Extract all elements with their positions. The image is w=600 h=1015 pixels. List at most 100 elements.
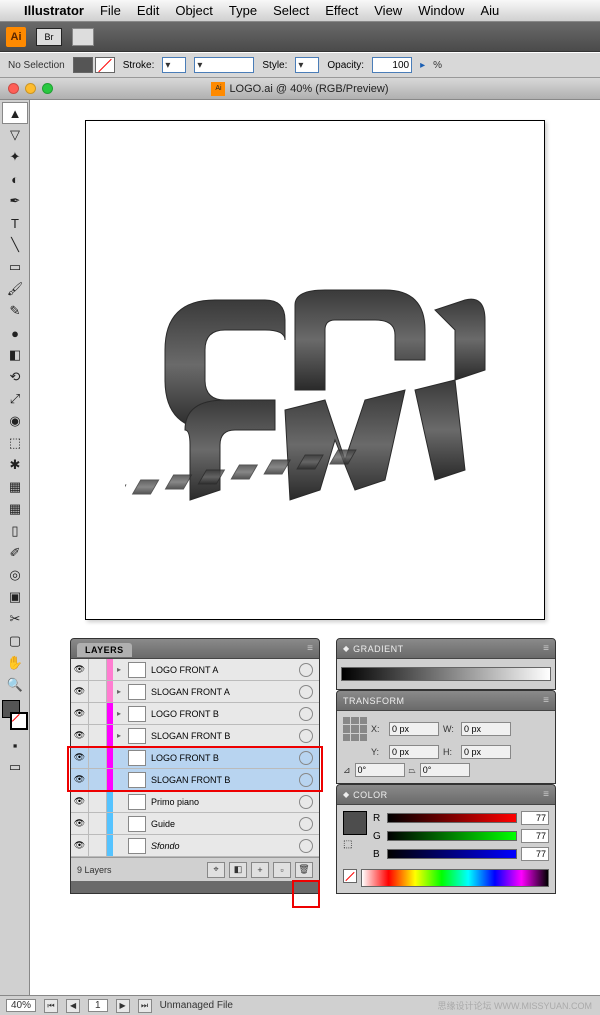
g-slider[interactable] — [387, 831, 517, 841]
type-tool[interactable]: T — [2, 212, 28, 234]
target-icon[interactable] — [299, 795, 313, 809]
layer-name-label[interactable]: SLOGAN FRONT A — [149, 687, 299, 697]
target-icon[interactable] — [299, 839, 313, 853]
cube-icon[interactable]: ⬚ — [343, 839, 367, 850]
expand-icon[interactable] — [113, 791, 125, 812]
pen-tool[interactable]: ✒ — [2, 190, 28, 212]
artboard-tool[interactable]: ▢ — [2, 630, 28, 652]
fill-stroke-indicator[interactable] — [2, 700, 28, 730]
layer-name-label[interactable]: LOGO FRONT A — [149, 665, 299, 675]
layer-name-label[interactable]: SLOGAN FRONT B — [149, 775, 299, 785]
y-input[interactable] — [389, 745, 439, 759]
color-mode-icon[interactable]: ▪ — [2, 734, 28, 756]
layer-row[interactable]: 👁 Primo piano — [71, 791, 319, 813]
layer-row[interactable]: 👁 ▸ LOGO FRONT A — [71, 659, 319, 681]
lasso-tool[interactable]: ◐ — [2, 168, 28, 190]
first-artboard-icon[interactable]: ⏮ — [44, 999, 58, 1013]
prev-artboard-icon[interactable]: ◀ — [66, 999, 80, 1013]
b-slider[interactable] — [387, 849, 517, 859]
lock-icon[interactable] — [89, 813, 107, 834]
menu-file[interactable]: File — [100, 3, 121, 18]
minimize-window-icon[interactable] — [25, 83, 36, 94]
lock-icon[interactable] — [89, 769, 107, 790]
target-icon[interactable] — [299, 729, 313, 743]
fill-stroke-swatches[interactable] — [73, 57, 115, 73]
mesh-tool[interactable]: ▦ — [2, 498, 28, 520]
menu-app[interactable]: Illustrator — [24, 3, 84, 18]
layers-tab[interactable]: LAYERS — [77, 643, 132, 657]
visibility-icon[interactable]: 👁 — [71, 659, 89, 680]
lock-icon[interactable] — [89, 681, 107, 702]
rectangle-tool[interactable]: ▭ — [2, 256, 28, 278]
layer-row[interactable]: 👁▸SLOGAN FRONT A — [71, 681, 319, 703]
bridge-icon[interactable]: Br — [36, 28, 62, 46]
menu-window[interactable]: Window — [418, 3, 464, 18]
menu-type[interactable]: Type — [229, 3, 257, 18]
layer-row[interactable]: 👁 SLOGAN FRONT B — [71, 769, 319, 791]
visibility-icon[interactable]: 👁 — [71, 703, 89, 724]
target-icon[interactable] — [299, 773, 313, 787]
visibility-icon[interactable]: 👁 — [71, 769, 89, 790]
gradient-header[interactable]: ◆ GRADIENT ≡ — [337, 639, 555, 659]
layer-row[interactable]: 👁LOGO FRONT B — [71, 747, 319, 769]
b-input[interactable] — [521, 847, 549, 861]
next-artboard-icon[interactable]: ▶ — [116, 999, 130, 1013]
visibility-icon[interactable]: 👁 — [71, 791, 89, 812]
menu-edit[interactable]: Edit — [137, 3, 159, 18]
color-fill-swatch[interactable] — [343, 811, 367, 835]
lock-icon[interactable] — [89, 703, 107, 724]
pencil-tool[interactable]: ✎ — [2, 300, 28, 322]
expand-icon[interactable]: ▸ — [113, 681, 125, 702]
last-artboard-icon[interactable]: ⏭ — [138, 999, 152, 1013]
rotate-tool[interactable]: ⟲ — [2, 366, 28, 388]
target-icon[interactable] — [299, 817, 313, 831]
expand-icon[interactable]: ▸ — [113, 703, 125, 724]
slice-tool[interactable]: ✂ — [2, 608, 28, 630]
new-sublayer-icon[interactable]: + — [251, 862, 269, 878]
expand-icon[interactable] — [113, 769, 125, 790]
artboard-number[interactable]: 1 — [88, 999, 108, 1012]
make-clipping-icon[interactable]: ◧ — [229, 862, 247, 878]
zoom-window-icon[interactable] — [42, 83, 53, 94]
percent-label[interactable]: ▸ — [420, 60, 425, 71]
menu-object[interactable]: Object — [175, 3, 213, 18]
target-icon[interactable] — [299, 685, 313, 699]
reference-point-icon[interactable] — [343, 717, 367, 741]
expand-icon[interactable]: ▸ — [113, 659, 125, 680]
eyedropper-tool[interactable]: ✐ — [2, 542, 28, 564]
new-layer-icon[interactable]: ▫ — [273, 862, 291, 878]
locate-object-icon[interactable]: ⌖ — [207, 862, 225, 878]
gradient-tool[interactable]: ▯ — [2, 520, 28, 542]
shear-input[interactable] — [420, 763, 470, 777]
angle-input[interactable] — [355, 763, 405, 777]
delete-layer-icon[interactable]: 🗑 — [295, 862, 313, 878]
layer-row[interactable]: 👁Sfondo — [71, 835, 319, 857]
layer-row[interactable]: 👁▸SLOGAN FRONT B — [71, 725, 319, 747]
free-transform-tool[interactable]: ⬚ — [2, 432, 28, 454]
eraser-tool[interactable]: ◧ — [2, 344, 28, 366]
stroke-weight-dropdown[interactable]: ▾ — [162, 57, 186, 73]
layers-panel-header[interactable]: LAYERS ≡ — [71, 639, 319, 659]
stroke-color-icon[interactable] — [10, 712, 28, 730]
none-color-icon[interactable] — [343, 869, 357, 883]
selection-tool[interactable]: ▲ — [2, 102, 28, 124]
symbol-sprayer-tool[interactable]: ✱ — [2, 454, 28, 476]
layer-row[interactable]: 👁Guide — [71, 813, 319, 835]
graph-tool[interactable]: ▦ — [2, 476, 28, 498]
layer-name-label[interactable]: Guide — [149, 819, 299, 829]
transform-header[interactable]: TRANSFORM ≡ — [337, 691, 555, 711]
spectrum-picker[interactable] — [361, 869, 549, 887]
r-input[interactable] — [521, 811, 549, 825]
menu-effect[interactable]: Effect — [325, 3, 358, 18]
layer-name-label[interactable]: SLOGAN FRONT B — [149, 731, 299, 741]
lock-icon[interactable] — [89, 659, 107, 680]
zoom-level[interactable]: 40% — [6, 999, 36, 1012]
h-input[interactable] — [461, 745, 511, 759]
expand-icon[interactable] — [113, 835, 125, 856]
layer-name-label[interactable]: LOGO FRONT B — [149, 753, 299, 763]
panel-menu-icon[interactable]: ≡ — [307, 643, 313, 654]
layer-name-label[interactable]: Primo piano — [149, 797, 299, 807]
panel-menu-icon[interactable]: ≡ — [543, 695, 549, 706]
canvas-area[interactable]: LAYERS ≡ 👁 ▸ LOGO FRONT A 👁 ▸ SLOGAN FRONT A 👁… — [30, 100, 600, 1015]
r-slider[interactable] — [387, 813, 517, 823]
